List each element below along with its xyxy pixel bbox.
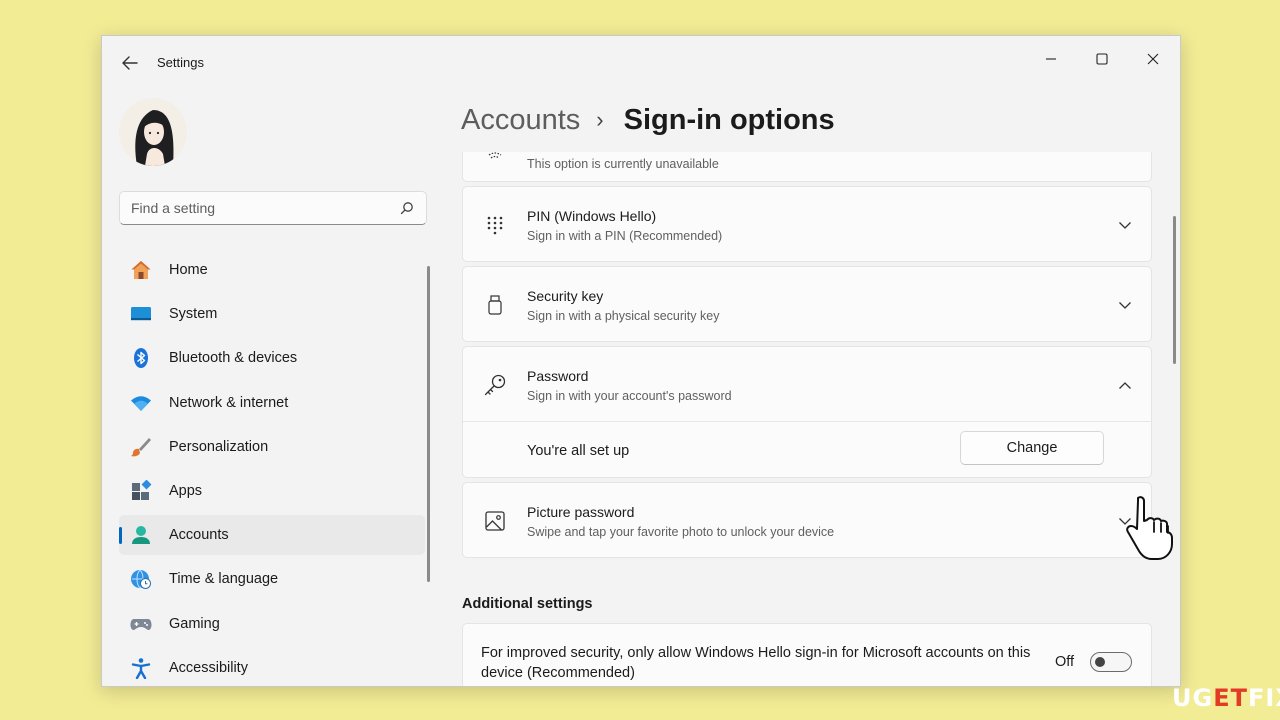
sidebar-item-label: Accounts [169,527,229,544]
toggle-state-label: Off [1055,654,1075,670]
brush-icon [130,436,152,458]
change-password-button[interactable]: Change [960,431,1104,465]
home-icon [130,259,152,281]
option-subtitle: Sign in with your account's password [527,389,732,403]
breadcrumb-separator: › [596,107,604,132]
sidebar-item-accessibility[interactable]: Accessibility [119,648,425,686]
key-icon [483,373,507,397]
sidebar-item-time-language[interactable]: Time & language [119,559,425,599]
maximize-icon [1096,53,1108,65]
breadcrumb-parent-link[interactable]: Accounts [461,104,580,137]
sidebar-item-label: Personalization [169,438,269,455]
sidebar-item-label: Gaming [169,615,220,632]
chevron-up-icon[interactable] [1117,377,1133,393]
sidebar-scrollbar[interactable] [427,266,430,582]
option-subtitle: Swipe and tap your favorite photo to unl… [527,525,835,539]
option-title[interactable]: Password [527,368,588,384]
sidebar-item-home[interactable]: Home [119,250,425,290]
accessibility-icon [130,657,152,679]
arrow-left-icon [122,56,138,70]
minimize-button[interactable] [1028,44,1074,74]
sidebar-item-apps[interactable]: Apps [119,471,425,511]
close-button[interactable] [1130,44,1176,74]
minimize-icon [1046,58,1056,60]
page-title: Sign-in options [623,103,835,136]
maximize-button[interactable] [1079,44,1125,74]
breadcrumb: Accounts › Sign-in options [461,100,835,140]
apps-icon [130,479,152,502]
app-title: Settings [157,55,204,70]
option-title: PIN (Windows Hello) [527,208,657,224]
fingerprint-option-card[interactable]: This option is currently unavailable [462,152,1152,182]
option-title: Security key [527,288,604,304]
option-subtitle: Sign in with a physical security key [527,309,720,323]
sidebar-item-label: Time & language [169,571,279,588]
sidebar-nav: Home System Bluetooth & devices Network … [119,250,425,686]
hello-only-setting-text: For improved security, only allow Window… [481,645,1031,681]
pin-option-card[interactable]: PIN (Windows Hello) Sign in with a PIN (… [462,186,1152,262]
additional-settings-heading: Additional settings [462,596,593,612]
usb-key-icon [483,293,507,317]
bluetooth-icon [130,347,152,369]
avatar[interactable] [119,98,187,166]
option-title: Picture password [527,504,635,520]
settings-window: Settings Home [101,35,1181,687]
hello-only-toggle[interactable] [1090,652,1132,672]
sidebar-item-label: Home [169,262,208,278]
sidebar-item-gaming[interactable]: Gaming [119,604,425,644]
hello-only-setting-card: For improved security, only allow Window… [462,623,1152,686]
close-icon [1147,53,1159,65]
watermark-logo: UGETFIX [1172,684,1280,712]
sidebar-item-label: Bluetooth & devices [169,350,298,367]
system-icon [130,303,152,325]
content-scrollbar[interactable] [1173,216,1176,364]
chevron-down-icon[interactable] [1117,217,1133,233]
security-key-option-card[interactable]: Security key Sign in with a physical sec… [462,266,1152,342]
sidebar-item-personalization[interactable]: Personalization [119,427,425,467]
content-pane: This option is currently unavailable PIN… [462,152,1152,686]
sidebar-item-system[interactable]: System [119,294,425,334]
gamepad-icon [130,613,152,635]
sidebar-item-bluetooth[interactable]: Bluetooth & devices [119,338,425,378]
user-portrait-icon [119,98,187,166]
password-option-card: Password Sign in with your account's pas… [462,346,1152,478]
sidebar-item-network[interactable]: Network & internet [119,383,425,423]
wifi-icon [130,392,152,414]
globe-clock-icon [130,568,152,590]
toggle-knob [1095,657,1105,667]
search-input[interactable] [131,192,391,224]
accounts-icon [130,524,152,546]
search-box [119,191,427,225]
password-status-text: You're all set up [527,443,630,459]
option-subtitle: Sign in with a PIN (Recommended) [527,229,723,243]
hand-cursor-icon [1126,496,1173,560]
search-icon[interactable] [400,201,414,215]
sidebar-item-label: System [169,306,218,323]
fingerprint-icon [483,152,507,165]
option-subtitle: This option is currently unavailable [527,157,719,171]
card-divider [463,421,1151,422]
back-button[interactable] [116,50,144,76]
picture-icon [483,509,507,533]
sidebar-item-label: Apps [169,482,203,499]
picture-password-option-card[interactable]: Picture password Swipe and tap your favo… [462,482,1152,558]
sidebar-item-label: Network & internet [169,394,289,411]
sidebar-item-label: Accessibility [169,659,248,676]
pin-keypad-icon [483,213,507,237]
chevron-down-icon[interactable] [1117,297,1133,313]
title-bar: Settings [102,36,1180,90]
sidebar-item-accounts[interactable]: Accounts [119,515,425,556]
